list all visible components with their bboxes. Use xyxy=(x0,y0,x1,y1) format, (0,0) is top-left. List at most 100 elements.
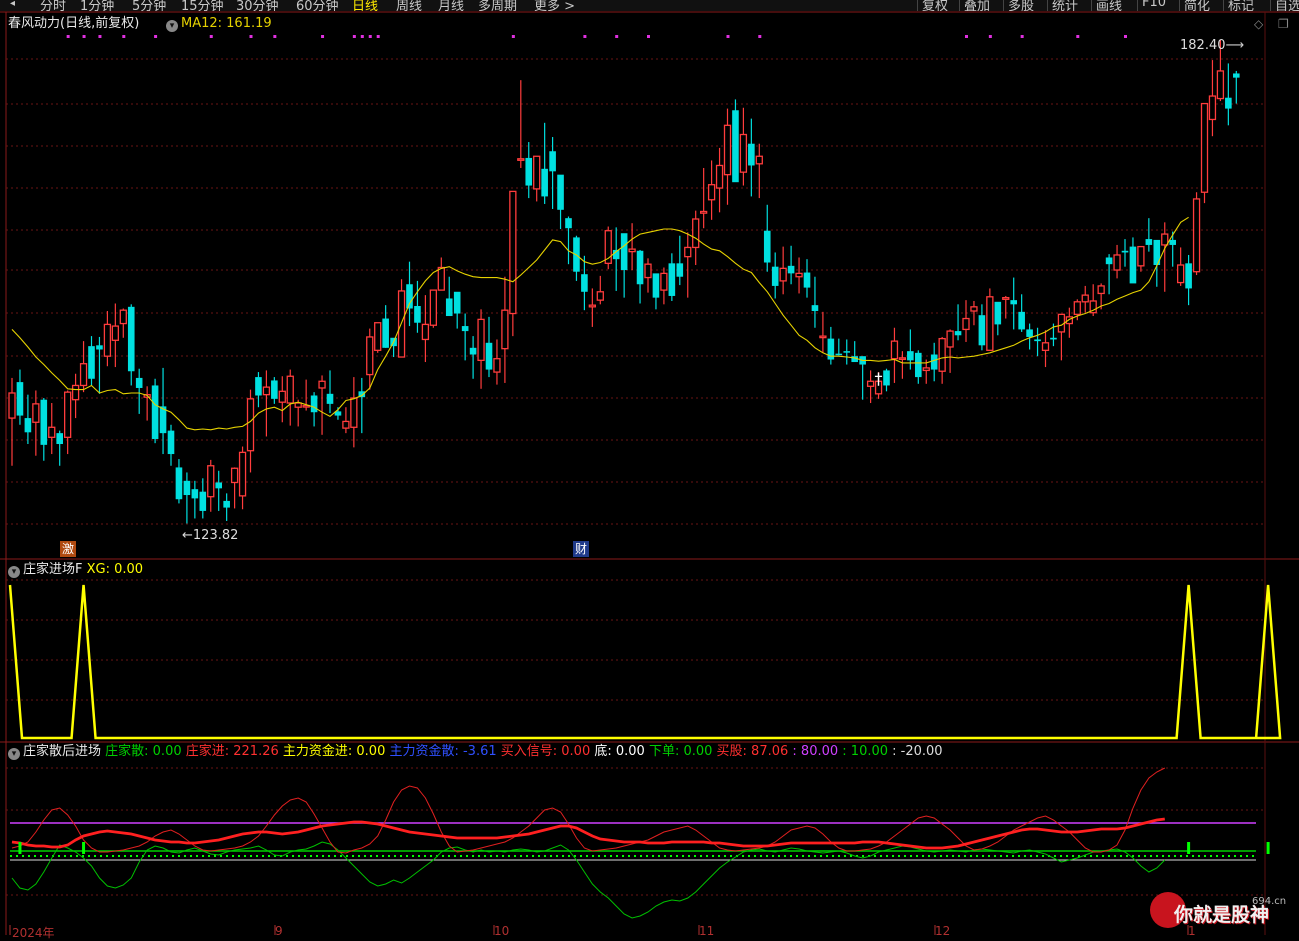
candle-body xyxy=(40,399,48,445)
candle-body xyxy=(707,184,716,201)
candle-body xyxy=(1169,239,1176,245)
signal-dot xyxy=(66,35,70,38)
candle-body xyxy=(835,353,843,356)
candle-body xyxy=(1050,337,1057,340)
candle-body xyxy=(310,395,318,413)
candle-body xyxy=(811,305,819,312)
candle-body xyxy=(620,233,628,271)
candle-body xyxy=(692,218,700,249)
candle-body xyxy=(429,289,438,326)
candle-body xyxy=(819,335,827,339)
ma-value: MA12: 161.19 xyxy=(181,16,272,31)
candle-body xyxy=(628,248,636,253)
candle-body xyxy=(1200,102,1209,193)
candle-body xyxy=(286,375,294,404)
candle-body xyxy=(723,124,732,176)
candle-body xyxy=(755,155,763,165)
candle-body xyxy=(230,467,239,484)
candle-body xyxy=(843,351,851,353)
candle-body xyxy=(1002,296,1010,300)
candle-body xyxy=(565,218,572,229)
candle-body xyxy=(246,398,255,452)
candle-body xyxy=(660,272,668,291)
candle-body xyxy=(207,465,215,498)
signal-bar xyxy=(1187,842,1191,854)
signal-dot xyxy=(583,35,587,38)
watermark-text: 你就是股神 xyxy=(1174,904,1270,926)
candle-body xyxy=(64,391,72,438)
candle-body xyxy=(469,347,477,355)
indicator-legend-item: : -20.00 xyxy=(888,744,943,759)
candle-body xyxy=(1177,264,1185,284)
candle-body xyxy=(437,266,445,291)
candle-body xyxy=(771,266,779,286)
date-label: 11 xyxy=(699,924,715,938)
candle-body xyxy=(477,318,485,362)
candle-body xyxy=(16,382,24,416)
signal-bar xyxy=(1266,842,1270,854)
candle-body xyxy=(135,377,143,388)
candle-body xyxy=(779,267,787,282)
candle-body xyxy=(588,304,596,308)
candle-body xyxy=(915,352,922,378)
chart-canvas[interactable]: † xyxy=(0,0,1299,935)
candle-body xyxy=(1026,329,1033,337)
indicator-legend-item: 主力资金散: -3.61 xyxy=(385,744,497,759)
candle-body xyxy=(795,272,803,278)
indicator-legend-item: 底: 0.00 xyxy=(590,744,645,759)
signal-dot xyxy=(273,35,277,38)
signal-dot xyxy=(1124,35,1127,38)
candle-body xyxy=(445,298,453,317)
candle-body xyxy=(922,367,930,372)
indicator-legend-item: 主力资金进: 0.00 xyxy=(278,744,386,759)
candle-body xyxy=(533,155,541,190)
candle-body xyxy=(223,500,230,508)
candle-body xyxy=(1208,95,1217,121)
candle-body xyxy=(96,345,103,350)
candle-body xyxy=(1192,198,1201,273)
candle-body xyxy=(684,246,692,258)
signal-dot xyxy=(82,35,86,38)
signal-dot xyxy=(249,35,253,38)
panel3-header: ▾ 庄家散后进场 庄家散: 0.00 庄家进: 221.26 主力资金进: 0.0… xyxy=(8,744,943,760)
candle-body xyxy=(1097,285,1105,295)
signal-dot xyxy=(321,35,325,38)
candle-body xyxy=(636,250,644,285)
candle-body xyxy=(866,380,875,387)
candle-body xyxy=(517,158,525,161)
candle-body xyxy=(493,358,501,373)
signal-dot xyxy=(1020,35,1024,38)
candle-body xyxy=(715,164,724,189)
event-badge-cai[interactable]: 财 xyxy=(573,541,590,557)
ma-legend[interactable]: ▾ MA12: 161.19 xyxy=(166,16,272,32)
candle-body xyxy=(596,291,604,301)
candle-body xyxy=(748,143,755,166)
candle-body xyxy=(1216,70,1225,100)
candle-body xyxy=(215,482,222,489)
candle-body xyxy=(1113,254,1121,271)
panel-menu-icon[interactable]: ▾ xyxy=(166,20,178,32)
candle-body xyxy=(549,151,556,172)
candle-body xyxy=(970,306,978,312)
date-label: 1 xyxy=(1188,924,1196,938)
panel3-menu-icon[interactable]: ▾ xyxy=(8,748,20,760)
diamond-icon[interactable]: ◇ xyxy=(1254,16,1263,32)
candle-body xyxy=(541,168,548,197)
event-badge-ji[interactable]: 激 xyxy=(60,541,77,557)
candle-body xyxy=(1225,97,1232,109)
candle-body xyxy=(954,331,962,336)
candle-body xyxy=(485,342,493,370)
candle-body xyxy=(278,390,286,403)
signal-dot xyxy=(98,35,102,38)
panel2-menu-icon[interactable]: ▾ xyxy=(8,566,20,578)
candle-body xyxy=(175,467,183,500)
candle-body xyxy=(255,377,262,396)
candle-body xyxy=(581,274,588,292)
candle-body xyxy=(525,157,533,186)
candle-body xyxy=(71,384,80,401)
candle-body xyxy=(414,305,421,323)
candle-body xyxy=(453,291,461,314)
candle-body xyxy=(183,480,191,496)
candle-body xyxy=(739,133,748,173)
maximize-icon[interactable]: ❐ xyxy=(1278,16,1289,32)
